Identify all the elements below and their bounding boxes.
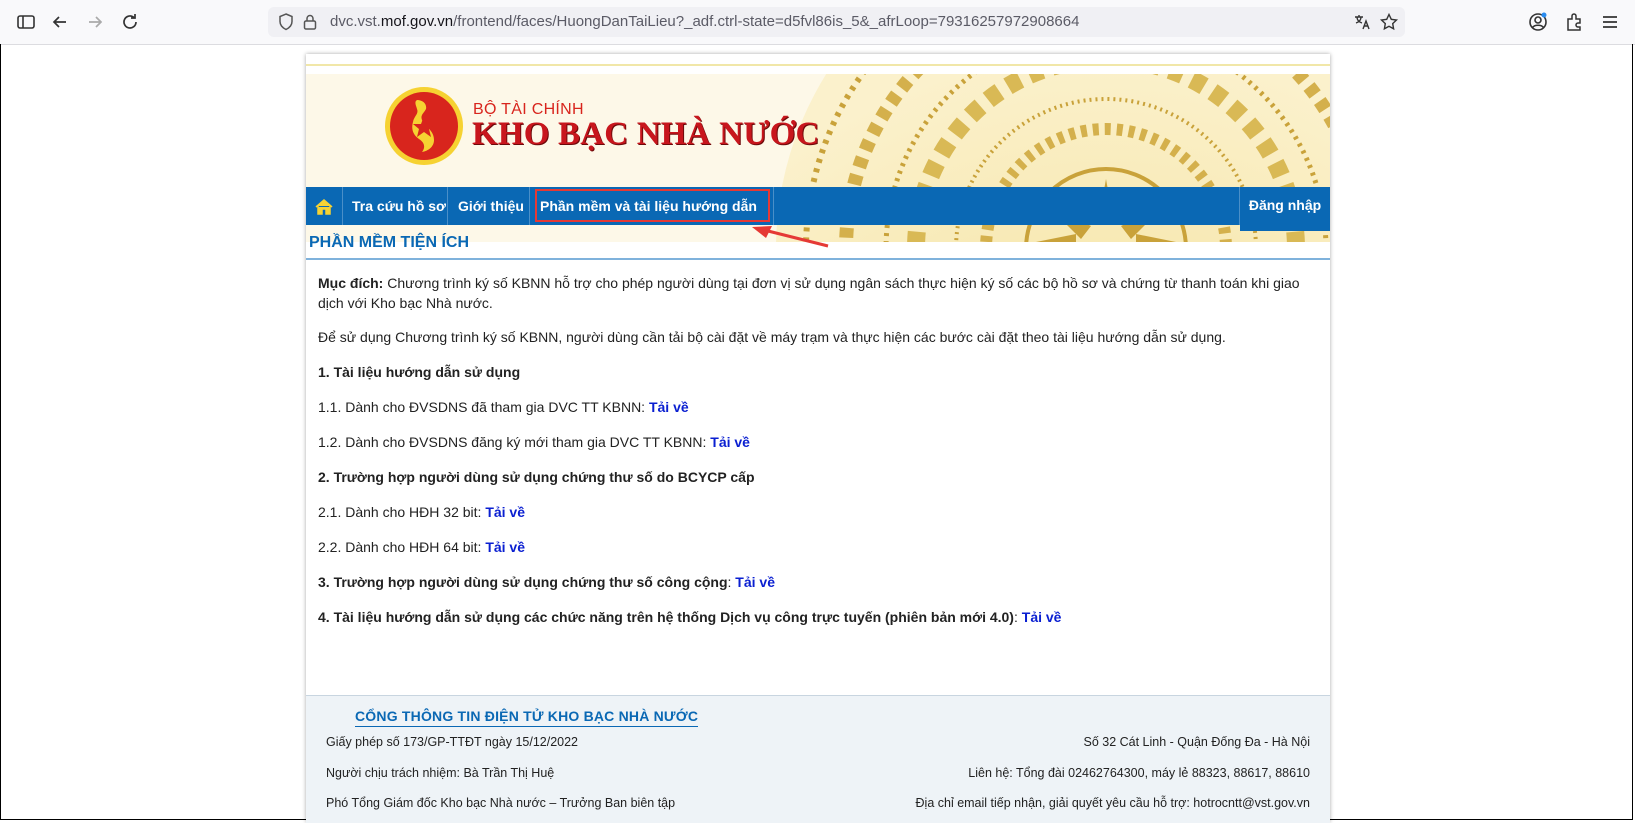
section-title: PHẦN MỀM TIỆN ÍCH (309, 234, 469, 251)
bookmark-star-icon[interactable] (1379, 12, 1399, 32)
footer-address: Số 32 Cát Linh - Quận Đống Đa - Hà Nội (1083, 735, 1310, 749)
footer-editor: Phó Tổng Giám đốc Kho bạc Nhà nước – Trư… (326, 796, 676, 810)
login-button[interactable]: Đăng nhập (1239, 187, 1330, 225)
url-text[interactable]: dvc.vst.mof.gov.vn/frontend/faces/HuongD… (330, 7, 1079, 37)
extensions-icon[interactable] (1563, 11, 1585, 33)
heading-4: 4. Tài liệu hướng dẫn sử dụng các chức n… (318, 609, 1062, 625)
browser-toolbar: dvc.vst.mof.gov.vn/frontend/faces/HuongD… (0, 0, 1635, 45)
download-link-4[interactable]: Tải về (1022, 609, 1062, 625)
top-decor-line (306, 64, 1330, 66)
translate-icon[interactable] (1352, 12, 1372, 32)
title-divider (306, 258, 1330, 260)
item-2-1: 2.1. Dành cho HĐH 32 bit: Tải về (318, 504, 526, 520)
account-icon[interactable] (1527, 11, 1549, 33)
item-1-2: 1.2. Dành cho ĐVSDNS đăng ký mới tham gi… (318, 434, 750, 450)
annotation-arrow-icon (752, 226, 829, 248)
footer-responsible: Người chịu trách nhiệm: Bà Trần Thị Huệ (326, 766, 555, 780)
menu-icon[interactable] (1599, 11, 1621, 33)
home-icon (315, 199, 333, 215)
nav-tra-cuu-ho-so[interactable]: Tra cứu hồ sơ (342, 187, 448, 225)
home-button[interactable] (306, 187, 343, 225)
lock-icon[interactable] (300, 12, 320, 32)
site-footer: CỔNG THÔNG TIN ĐIỆN TỬ KHO BẠC NHÀ NƯỚC … (306, 695, 1330, 823)
forward-icon[interactable] (84, 11, 106, 33)
nav-gioi-thieu[interactable]: Giới thiệu (448, 187, 530, 225)
download-link-2-1[interactable]: Tải về (485, 504, 525, 520)
kbnn-emblem-logo (385, 87, 463, 165)
shield-icon[interactable] (276, 12, 296, 32)
item-1-1: 1.1. Dành cho ĐVSDNS đã tham gia DVC TT … (318, 399, 689, 415)
intro-paragraph: Để sử dụng Chương trình ký số KBNN, ngườ… (318, 329, 1226, 345)
agency-name: KHO BẠC NHÀ NƯỚC (472, 116, 820, 152)
footer-contact: Liên hệ: Tổng đài 02462764300, máy lẻ 88… (968, 766, 1310, 780)
item-2-2: 2.2. Dành cho HĐH 64 bit: Tải về (318, 539, 526, 555)
footer-email: Địa chỉ email tiếp nhận, giải quyết yêu … (915, 796, 1310, 810)
site-container: BỘ TÀI CHÍNH KHO BẠC NHÀ NƯỚC Tra cứu hồ… (306, 54, 1330, 823)
heading-3: 3. Trường hợp người dùng sử dụng chứng t… (318, 574, 775, 590)
download-link-1-1[interactable]: Tải về (649, 399, 689, 415)
footer-license: Giấy phép số 173/GP-TTĐT ngày 15/12/2022 (326, 735, 579, 749)
heading-2: 2. Trường hợp người dùng sử dụng chứng t… (318, 469, 755, 485)
download-link-3[interactable]: Tải về (735, 574, 775, 590)
download-link-2-2[interactable]: Tải về (485, 539, 525, 555)
highlight-box (535, 189, 770, 222)
reload-icon[interactable] (119, 11, 141, 33)
main-nav: Tra cứu hồ sơ Giới thiệu Phần mềm và tài… (306, 187, 1330, 225)
heading-1: 1. Tài liệu hướng dẫn sử dụng (318, 364, 521, 380)
sidebar-toggle-icon[interactable] (15, 11, 37, 33)
login-tab-extension (1240, 225, 1330, 231)
back-icon[interactable] (49, 11, 71, 33)
download-link-1-2[interactable]: Tải về (710, 434, 750, 450)
address-bar[interactable]: dvc.vst.mof.gov.vn/frontend/faces/HuongD… (268, 7, 1405, 37)
footer-portal-link[interactable]: CỔNG THÔNG TIN ĐIỆN TỬ KHO BẠC NHÀ NƯỚC (355, 708, 699, 727)
purpose-paragraph: Mục đích: Chương trình ký số KBNN hỗ trợ… (318, 275, 1300, 311)
